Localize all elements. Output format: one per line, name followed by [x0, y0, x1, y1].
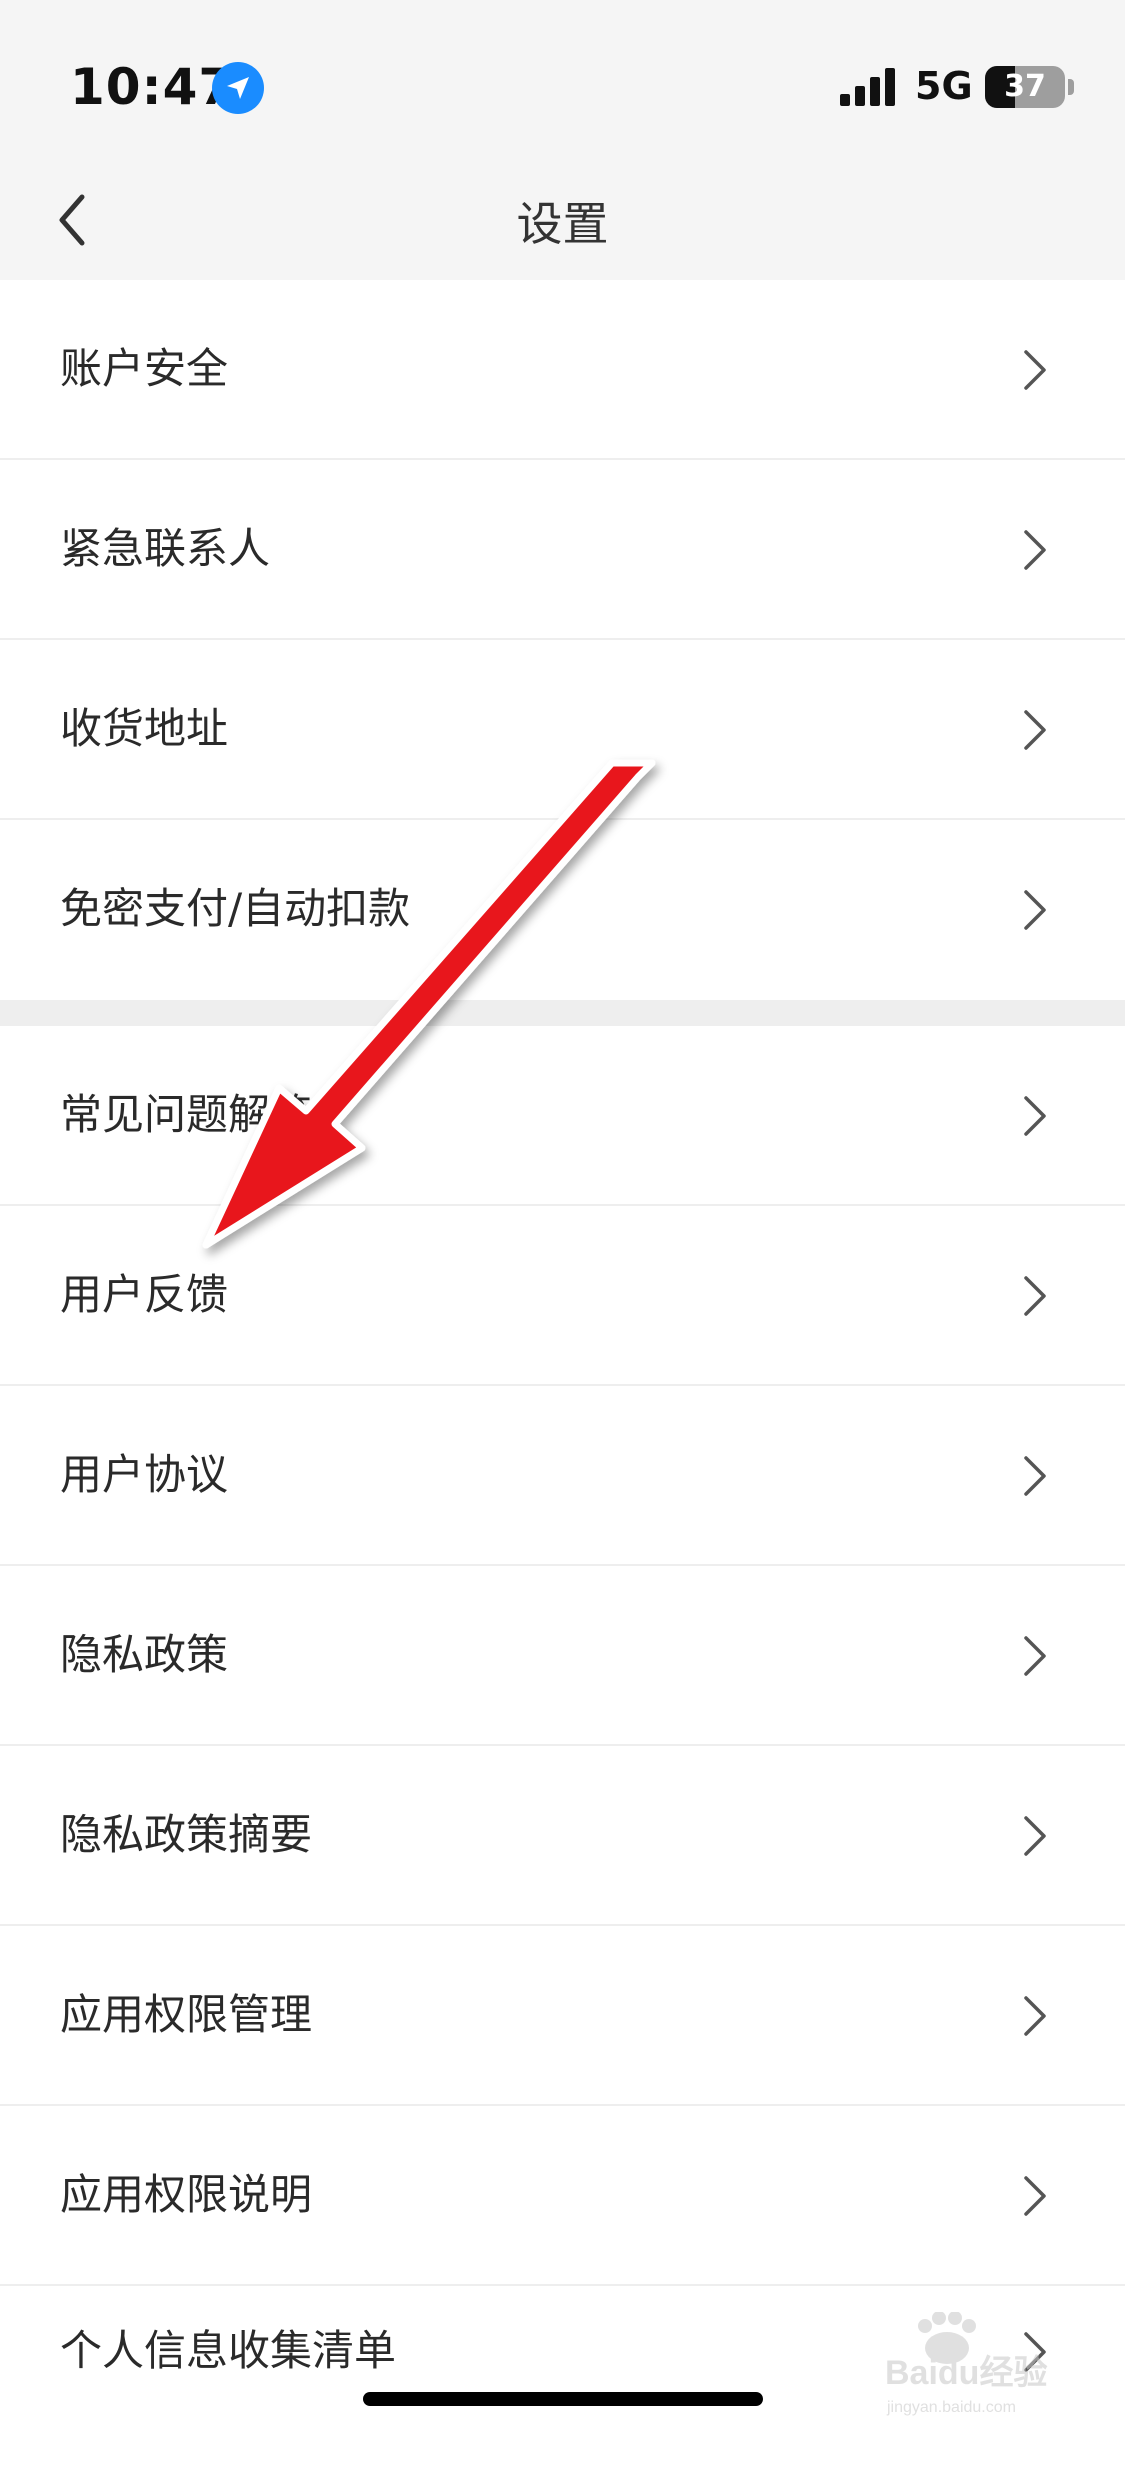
watermark-text: Baidu经验 — [885, 2353, 1047, 2392]
battery-percent: 37 — [1004, 69, 1046, 104]
chevron-right-icon — [1024, 1456, 1046, 1496]
chevron-right-icon — [1024, 530, 1046, 570]
row-label: 应用权限说明 — [60, 2170, 313, 2219]
page-title: 设置 — [516, 197, 609, 251]
chevron-right-icon — [1024, 710, 1046, 750]
settings-row-privacy-summary[interactable]: 隐私政策摘要 — [0, 1746, 1125, 1926]
settings-row-emergency-contact[interactable]: 紧急联系人 — [0, 460, 1125, 640]
status-bar: 10:47 5G 37 — [0, 0, 1125, 160]
settings-row-account-security[interactable]: 账户安全 — [0, 280, 1125, 460]
settings-row-shipping-address[interactable]: 收货地址 — [0, 640, 1125, 820]
row-label: 账户安全 — [60, 344, 229, 393]
settings-row-user-feedback[interactable]: 用户反馈 — [0, 1206, 1125, 1386]
settings-row-permission-description[interactable]: 应用权限说明 — [0, 2106, 1125, 2286]
row-label: 常见问题解答 — [60, 1090, 313, 1139]
settings-section-help: 常见问题解答 用户反馈 用户协议 隐私政策 隐私政策摘要 应用权限管理 应用权限… — [0, 1026, 1125, 2466]
row-label: 隐私政策 — [60, 1630, 229, 1679]
settings-row-permission-management[interactable]: 应用权限管理 — [0, 1926, 1125, 2106]
row-label: 隐私政策摘要 — [60, 1810, 313, 1859]
chevron-right-icon — [1024, 890, 1046, 930]
settings-row-user-agreement[interactable]: 用户协议 — [0, 1386, 1125, 1566]
chevron-right-icon — [1024, 1816, 1046, 1856]
row-label: 紧急联系人 — [60, 524, 271, 573]
row-label: 用户反馈 — [60, 1270, 229, 1319]
row-label: 收货地址 — [60, 704, 229, 753]
row-label: 应用权限管理 — [60, 1990, 313, 2039]
chevron-right-icon — [1024, 1636, 1046, 1676]
row-label: 免密支付/自动扣款 — [60, 884, 411, 933]
chevron-right-icon — [1024, 350, 1046, 390]
status-time: 10:47 — [70, 58, 235, 116]
network-type: 5G — [915, 64, 973, 108]
watermark-subtext: jingyan.baidu.com — [886, 2399, 1016, 2416]
chevron-right-icon — [1024, 1276, 1046, 1316]
settings-row-privacy-policy[interactable]: 隐私政策 — [0, 1566, 1125, 1746]
section-divider — [0, 1000, 1125, 1026]
row-label: 个人信息收集清单 — [60, 2326, 397, 2375]
chevron-right-icon — [1024, 1996, 1046, 2036]
settings-row-faq[interactable]: 常见问题解答 — [0, 1026, 1125, 1206]
location-arrow-icon — [212, 62, 264, 114]
battery-tip — [1068, 79, 1074, 95]
home-indicator[interactable] — [363, 2392, 763, 2406]
chevron-right-icon — [1024, 1096, 1046, 1136]
chevron-right-icon — [1024, 2176, 1046, 2216]
baidu-watermark: Baidu经验 jingyan.baidu.com — [885, 2312, 1047, 2416]
signal-icon — [840, 66, 900, 106]
navigation-bar: 设置 — [0, 160, 1125, 280]
settings-section-account: 账户安全 紧急联系人 收货地址 免密支付/自动扣款 — [0, 280, 1125, 1000]
row-label: 用户协议 — [60, 1450, 229, 1499]
battery-icon: 37 — [985, 66, 1065, 108]
settings-row-auto-payment[interactable]: 免密支付/自动扣款 — [0, 820, 1125, 1000]
